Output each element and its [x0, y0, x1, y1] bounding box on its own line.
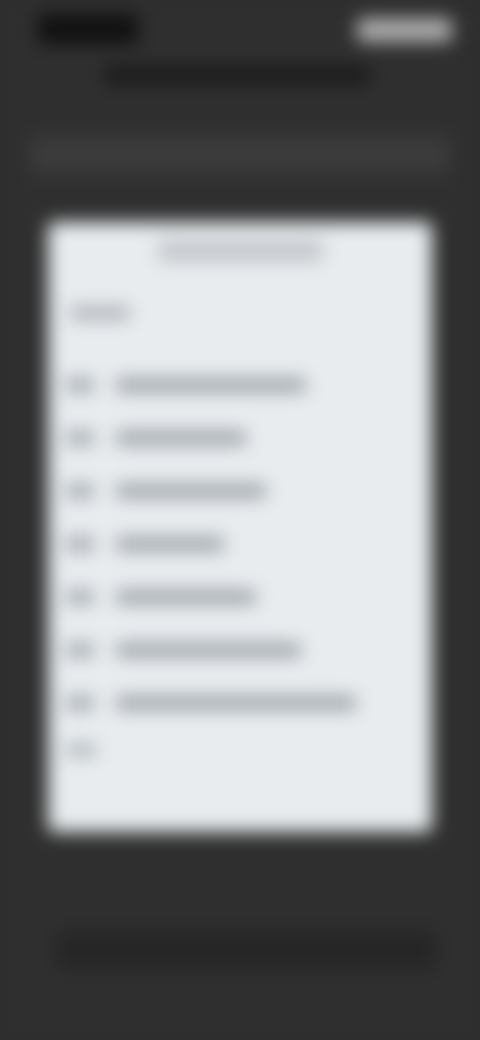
list-item	[66, 692, 406, 716]
status-icons	[357, 18, 452, 42]
bottom-bar[interactable]	[56, 930, 436, 970]
list-item-number	[66, 696, 94, 710]
page-title	[105, 66, 370, 84]
list-item-label	[116, 537, 224, 551]
list-item	[66, 374, 406, 398]
list-item-label	[116, 431, 246, 445]
list-item-label	[116, 696, 356, 710]
card-footer	[66, 744, 96, 756]
list-item-label	[116, 590, 256, 604]
list-item-number	[66, 431, 94, 445]
status-time	[38, 14, 138, 44]
list-item-label	[116, 643, 301, 657]
list-item-number	[66, 378, 94, 392]
list-item	[66, 427, 406, 451]
subheader	[30, 136, 450, 174]
status-bar	[0, 0, 480, 62]
list-item	[66, 586, 406, 610]
list-item-label	[116, 378, 306, 392]
list-item-label	[116, 484, 266, 498]
card-list	[48, 222, 432, 832]
document-card[interactable]	[48, 222, 432, 832]
list-item-number	[66, 590, 94, 604]
list-item-number	[66, 643, 94, 657]
list-item	[66, 639, 406, 663]
list-item-number	[66, 484, 94, 498]
list-item	[66, 480, 406, 504]
blurred-screen	[0, 0, 480, 1040]
list-item	[66, 533, 406, 557]
list-item-number	[66, 537, 94, 551]
